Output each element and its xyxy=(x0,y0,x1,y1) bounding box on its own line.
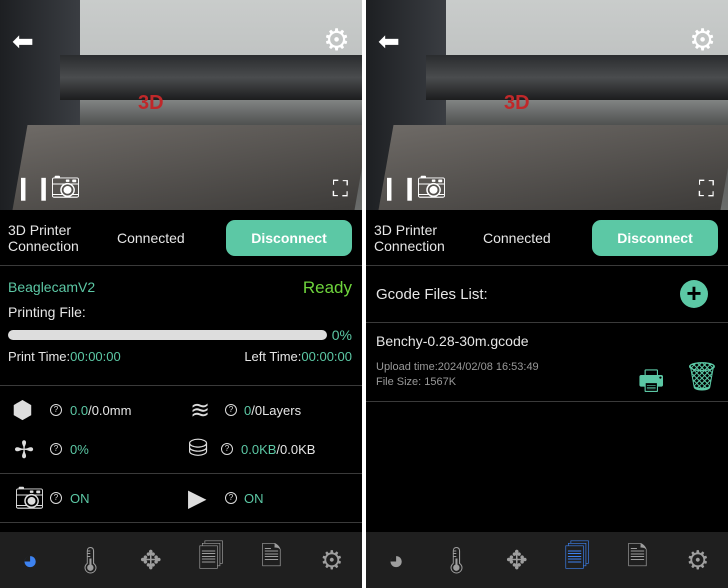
fullscreen-icon[interactable]: ⛶ xyxy=(333,178,348,200)
fullscreen-icon[interactable]: ⛶ xyxy=(699,178,714,200)
dashboard-icon[interactable]: ◕ xyxy=(10,545,50,576)
back-arrow-icon[interactable]: ⬅ xyxy=(378,28,400,54)
photo-camera-icon: 📷︎ xyxy=(14,485,45,512)
disconnect-button[interactable]: Disconnect xyxy=(226,220,352,256)
trash-icon[interactable]: 🗑 xyxy=(684,360,720,393)
layers-icon: ≋ xyxy=(190,397,211,424)
left-time: 00:00:00 xyxy=(301,349,352,364)
camera-sign: 3D xyxy=(138,92,164,114)
settings-icon[interactable]: ⚙ xyxy=(312,545,352,576)
camera-feed: 3D ⬅ ⚙ ❙❙ 📷︎ ⛶ xyxy=(0,0,362,210)
video-status[interactable]: ON xyxy=(244,491,264,506)
help-icon[interactable]: ? xyxy=(225,404,237,416)
fan-icon: ✢ xyxy=(14,437,35,464)
thermometer-icon[interactable]: 🌡︎ xyxy=(436,545,476,576)
dashboard-icon[interactable]: ◕ xyxy=(376,545,416,576)
ready-status: Ready xyxy=(302,278,352,297)
disconnect-button[interactable]: Disconnect xyxy=(592,220,718,256)
pause-icon[interactable]: ❙❙ xyxy=(14,177,55,199)
device-name: BeaglecamV2 xyxy=(8,279,96,295)
camera-icon[interactable]: 📷︎ xyxy=(50,176,80,200)
move-icon[interactable]: ✥ xyxy=(131,545,171,576)
camera-feed: 3D ⬅ ⚙ ❙❙ 📷︎ ⛶ xyxy=(366,0,728,210)
left-time-label: Left Time: xyxy=(244,349,302,364)
print-time: 00:00:00 xyxy=(70,349,121,364)
file-size: File Size: 1567K xyxy=(376,376,457,388)
back-arrow-icon[interactable]: ⬅ xyxy=(12,28,34,54)
height-current: 0.0 xyxy=(70,403,89,418)
move-icon[interactable]: ✥ xyxy=(497,545,537,576)
print-time-label: Print Time: xyxy=(8,349,71,364)
files-screen: 3D ⬅ ⚙ ❙❙ 📷︎ ⛶ 3D Printer Connection Con… xyxy=(366,0,728,588)
progress-bar xyxy=(8,330,327,340)
files-icon[interactable]: 🗐 xyxy=(557,538,597,582)
connection-status: Connected xyxy=(483,230,551,246)
cubes-icon: ⬢ xyxy=(12,397,33,424)
fan-speed: 0% xyxy=(70,442,89,457)
settings-icon[interactable]: ⚙ xyxy=(678,545,718,576)
upload-time: Upload time:2024/02/08 16:53:49 xyxy=(376,361,539,373)
help-icon[interactable]: ? xyxy=(50,404,62,416)
connection-row: 3D Printer Connection Connected Disconne… xyxy=(0,210,362,266)
add-file-button[interactable]: + xyxy=(680,280,708,308)
video-file-icon[interactable]: 🗎 xyxy=(251,538,291,582)
connection-label: 3D Printer Connection xyxy=(374,222,445,254)
data-total: /0.0KB xyxy=(276,442,316,457)
video-camera-icon: ▶ xyxy=(188,485,207,512)
help-icon[interactable]: ? xyxy=(221,443,233,455)
connection-status: Connected xyxy=(117,230,185,246)
connection-row: 3D Printer Connection Connected Disconne… xyxy=(366,210,728,266)
dashboard-screen: 3D ⬅ ⚙ ❙❙ 📷︎ ⛶ 3D Printer Connection Con… xyxy=(0,0,362,588)
camera-icon[interactable]: 📷︎ xyxy=(416,176,446,200)
files-icon[interactable]: 🗐 xyxy=(191,538,231,582)
progress-text: 0% xyxy=(331,327,352,343)
help-icon[interactable]: ? xyxy=(50,492,62,504)
thermometer-icon[interactable]: 🌡︎ xyxy=(70,545,110,576)
camera-status[interactable]: ON xyxy=(70,491,90,506)
bottom-nav: ◕ 🌡︎ ✥ 🗐 🗎 ⚙ xyxy=(0,532,362,588)
bottom-nav: ◕ 🌡︎ ✥ 🗐 🗎 ⚙ xyxy=(366,532,728,588)
height-total: /0.0mm xyxy=(88,403,132,418)
connection-label: 3D Printer Connection xyxy=(8,222,79,254)
file-name: Benchy-0.28-30m.gcode xyxy=(376,333,529,349)
gear-icon[interactable]: ⚙ xyxy=(323,26,350,56)
gear-icon[interactable]: ⚙ xyxy=(689,26,716,56)
help-icon[interactable]: ? xyxy=(50,443,62,455)
database-icon: ⛁ xyxy=(188,435,209,462)
printing-file-label: Printing File: xyxy=(8,304,86,320)
camera-sign: 3D xyxy=(504,92,530,114)
video-file-icon[interactable]: 🗎 xyxy=(617,538,657,582)
data-current: 0.0KB xyxy=(241,442,277,457)
files-title: Gcode Files List: xyxy=(376,286,488,303)
layers-total: /0Layers xyxy=(251,403,302,418)
help-icon[interactable]: ? xyxy=(225,492,237,504)
pause-icon[interactable]: ❙❙ xyxy=(380,177,421,199)
